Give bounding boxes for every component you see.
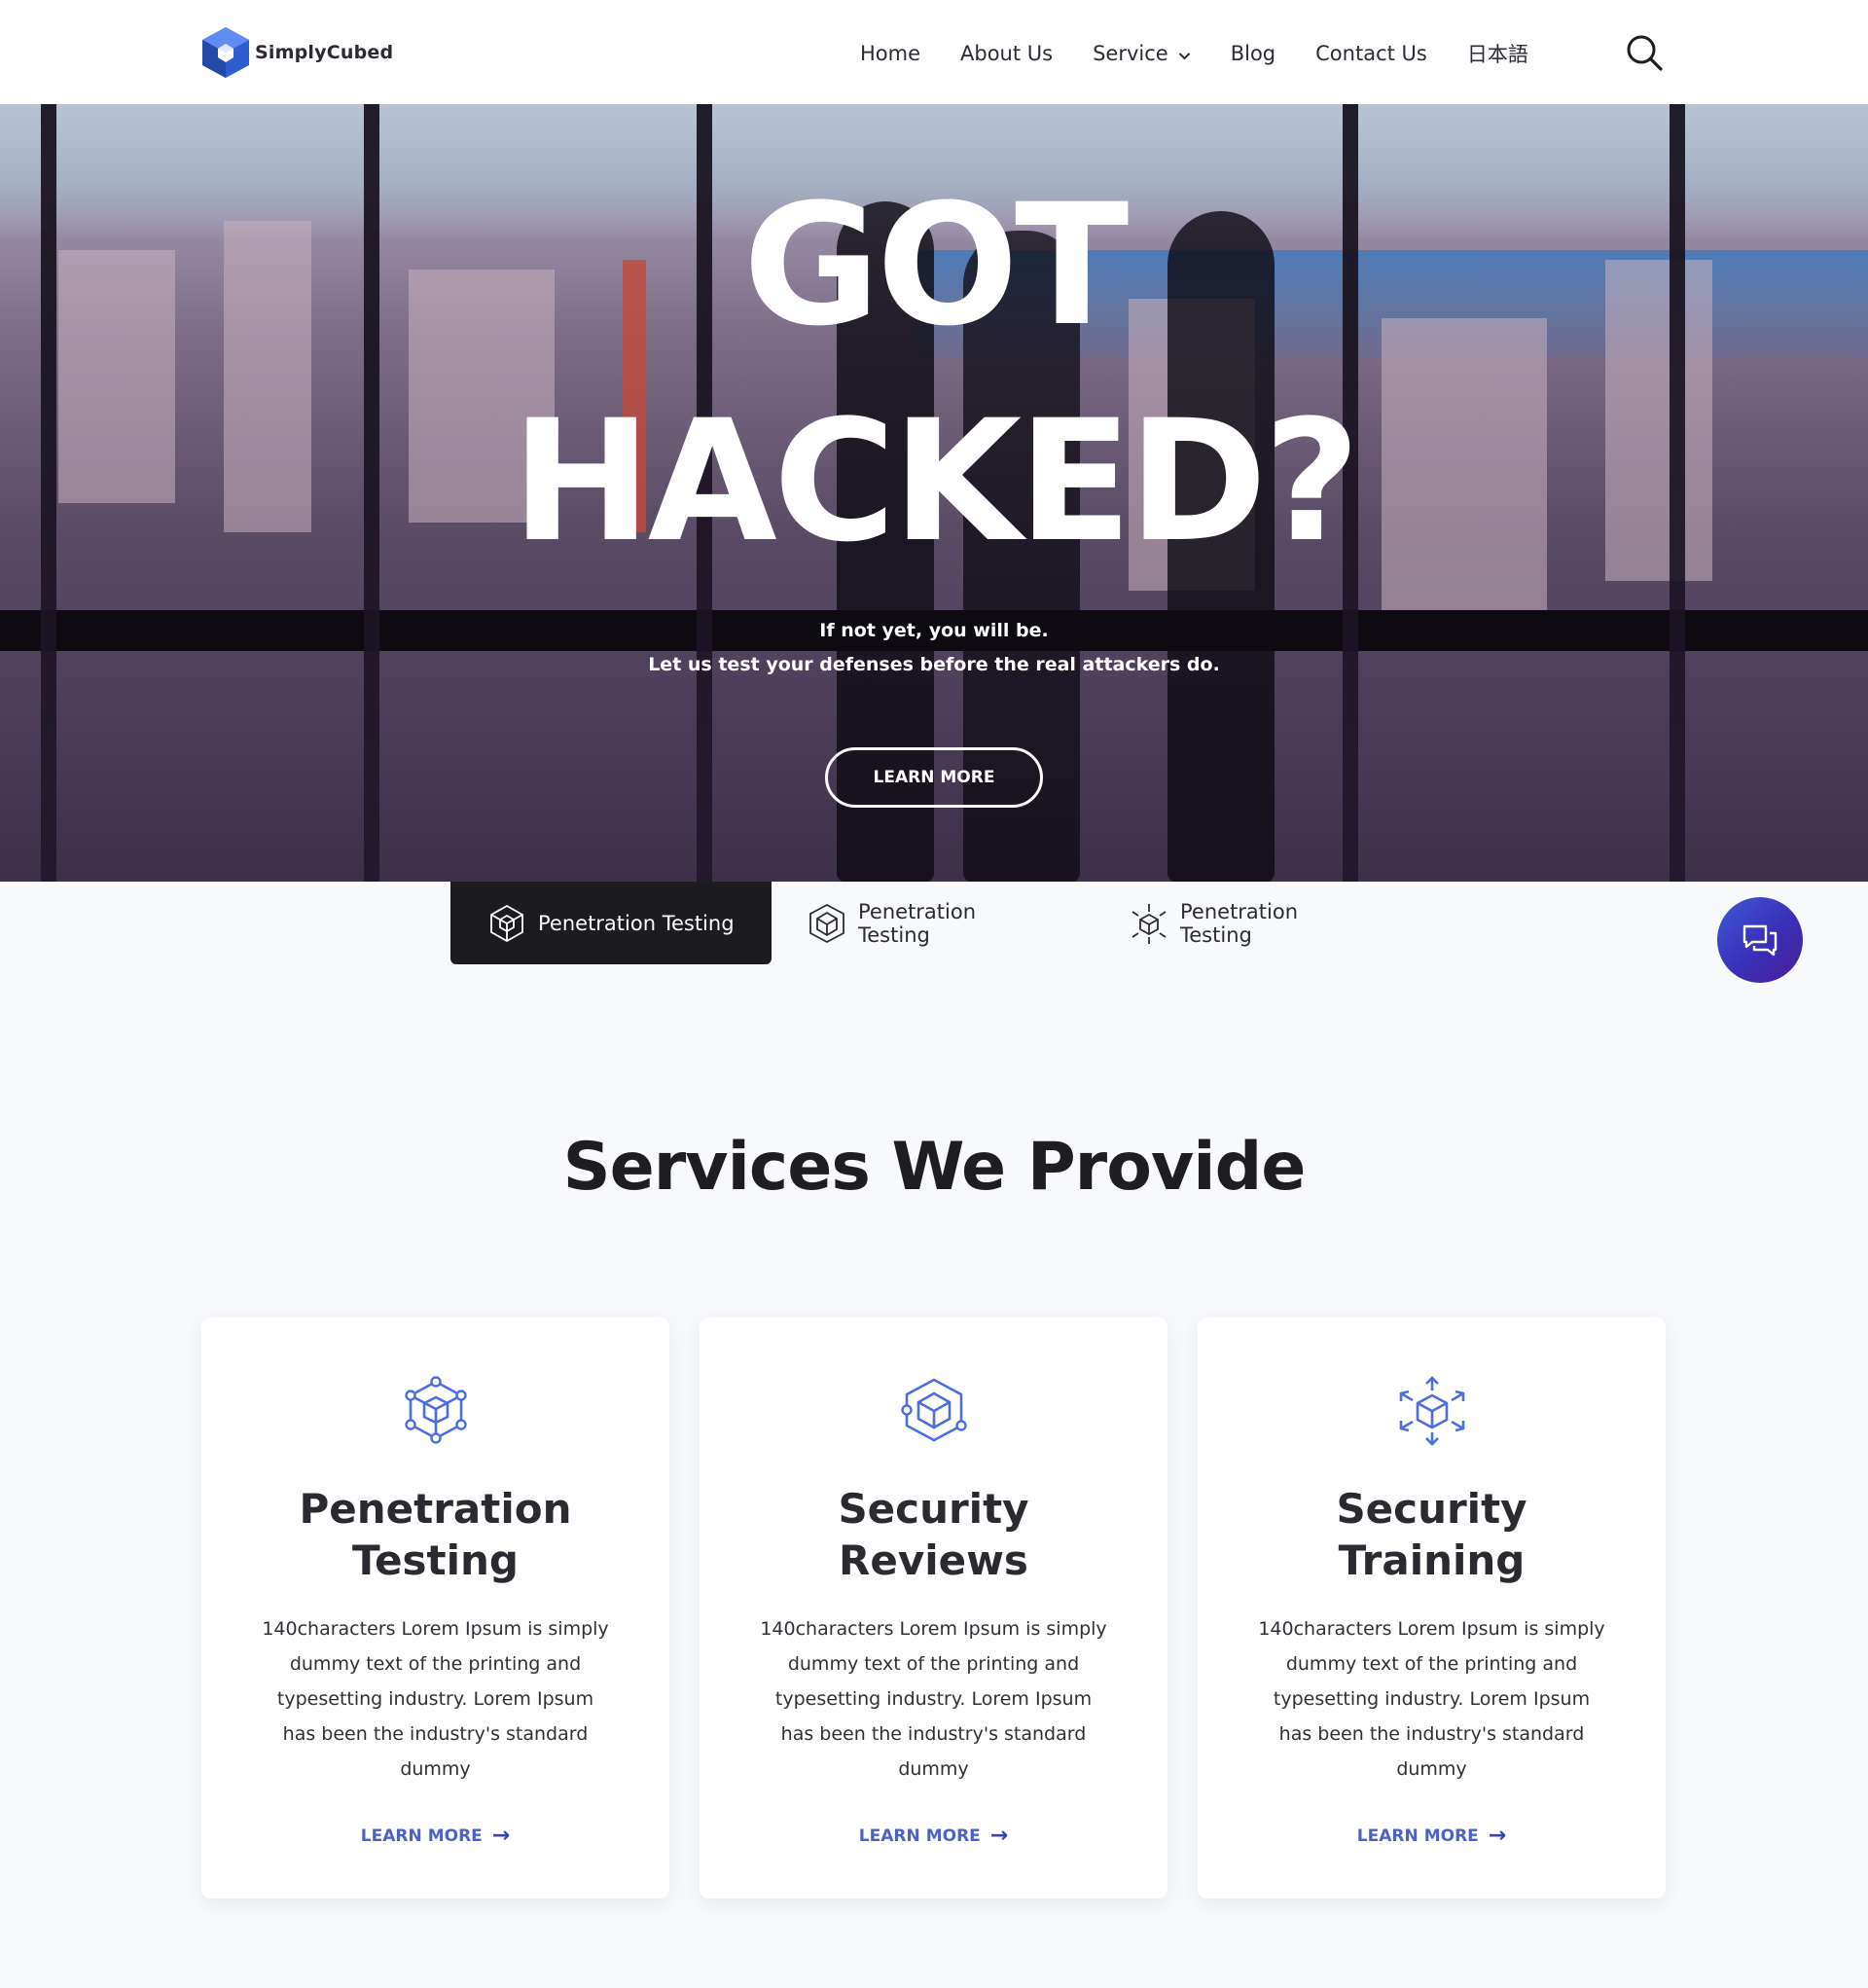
card-learn-more-link[interactable]: LEARN MORE → xyxy=(201,1825,669,1847)
hero-title-line-2: HACKED? xyxy=(511,383,1361,579)
hero-banner: GOT HACKED? If not yet, you will be. Let… xyxy=(0,104,1868,882)
card-learn-more-link[interactable]: LEARN MORE → xyxy=(700,1825,1168,1847)
cube-ring-icon xyxy=(901,1378,967,1442)
card-learn-more-link[interactable]: LEARN MORE → xyxy=(1198,1825,1666,1847)
card-title-line-2: Reviews xyxy=(839,1536,1028,1584)
search-button[interactable] xyxy=(1625,33,1664,72)
arrow-right-icon: → xyxy=(491,1824,511,1848)
more-label: MORE xyxy=(1423,1826,1479,1846)
logo-text: SimplyCubed xyxy=(255,42,394,63)
card-title: Security Reviews xyxy=(729,1483,1138,1586)
card-title-line-1: Security xyxy=(838,1485,1029,1533)
card-description: 140characters Lorem Ipsum is simply dumm… xyxy=(262,1618,609,1780)
service-card-security-reviews: Security Reviews 140characters Lorem Ips… xyxy=(700,1318,1168,1898)
cube-network-icon xyxy=(405,1376,467,1444)
arrow-right-icon: → xyxy=(1488,1824,1507,1848)
hero-title-line-1: GOT xyxy=(742,167,1130,363)
chat-button[interactable] xyxy=(1717,897,1803,983)
logo[interactable]: SimplyCubed xyxy=(200,25,393,80)
more-label: MORE xyxy=(925,1826,981,1846)
cube-logo-icon xyxy=(202,27,249,78)
service-card-security-training: Security Training 140characters Lorem Ip… xyxy=(1198,1318,1666,1898)
cube-ring-icon xyxy=(809,903,844,943)
card-title-line-2: Training xyxy=(1338,1536,1526,1584)
services-title: Services We Provide xyxy=(562,1129,1307,1206)
card-description: 140characters Lorem Ipsum is simply dumm… xyxy=(1258,1618,1605,1780)
hero-subtitle-line-1: If not yet, you will be. xyxy=(819,620,1049,641)
nav-service-label: Service xyxy=(1093,42,1168,65)
cube-arrows-icon xyxy=(1132,903,1167,944)
chevron-down-icon xyxy=(1178,42,1191,65)
card-title-line-1: Penetration xyxy=(299,1485,572,1533)
nav-service[interactable]: Service xyxy=(1093,42,1191,65)
hero-subtitle-line-2: Let us test your defenses before the rea… xyxy=(648,654,1220,675)
search-icon xyxy=(1627,35,1663,71)
tab-label: Penetration Testing xyxy=(1180,899,1299,947)
card-title: Security Training xyxy=(1227,1483,1636,1586)
main-nav: Home About Us Service Blog Contact Us 日本… xyxy=(860,37,1528,70)
arrow-right-icon: → xyxy=(989,1824,1009,1848)
nav-home[interactable]: Home xyxy=(860,42,920,65)
site-header: SimplyCubed Home About Us Service Blog C… xyxy=(0,0,1868,104)
tab-label: Penetration Testing xyxy=(858,899,977,947)
card-description: 140characters Lorem Ipsum is simply dumm… xyxy=(760,1618,1107,1780)
tab-label: Penetration Testing xyxy=(538,911,735,935)
card-title-line-2: Testing xyxy=(352,1536,519,1584)
card-title: Penetration Testing xyxy=(231,1483,640,1586)
hero-learn-more-button[interactable]: LEARN MORE xyxy=(825,747,1043,808)
card-title-line-1: Security xyxy=(1336,1485,1527,1533)
service-card-penetration-testing: Penetration Testing 140characters Lorem … xyxy=(201,1318,669,1898)
cube-network-icon xyxy=(490,904,523,942)
nav-japanese[interactable]: 日本語 xyxy=(1467,39,1528,68)
nav-blog[interactable]: Blog xyxy=(1231,42,1275,65)
more-label: MORE xyxy=(427,1826,483,1846)
nav-about-us[interactable]: About Us xyxy=(960,42,1053,65)
tab-penetration-testing-2[interactable]: Penetration Testing xyxy=(808,882,976,964)
learn-label: LEARN xyxy=(858,1826,920,1846)
learn-label: LEARN xyxy=(1356,1826,1419,1846)
learn-label: LEARN xyxy=(360,1826,422,1846)
tab-penetration-testing-3[interactable]: Penetration Testing xyxy=(1130,882,1298,964)
tab-penetration-testing-1[interactable]: Penetration Testing xyxy=(450,882,772,964)
cube-arrows-icon xyxy=(1399,1376,1465,1446)
chat-icon xyxy=(1742,924,1778,957)
nav-contact-us[interactable]: Contact Us xyxy=(1315,42,1427,65)
